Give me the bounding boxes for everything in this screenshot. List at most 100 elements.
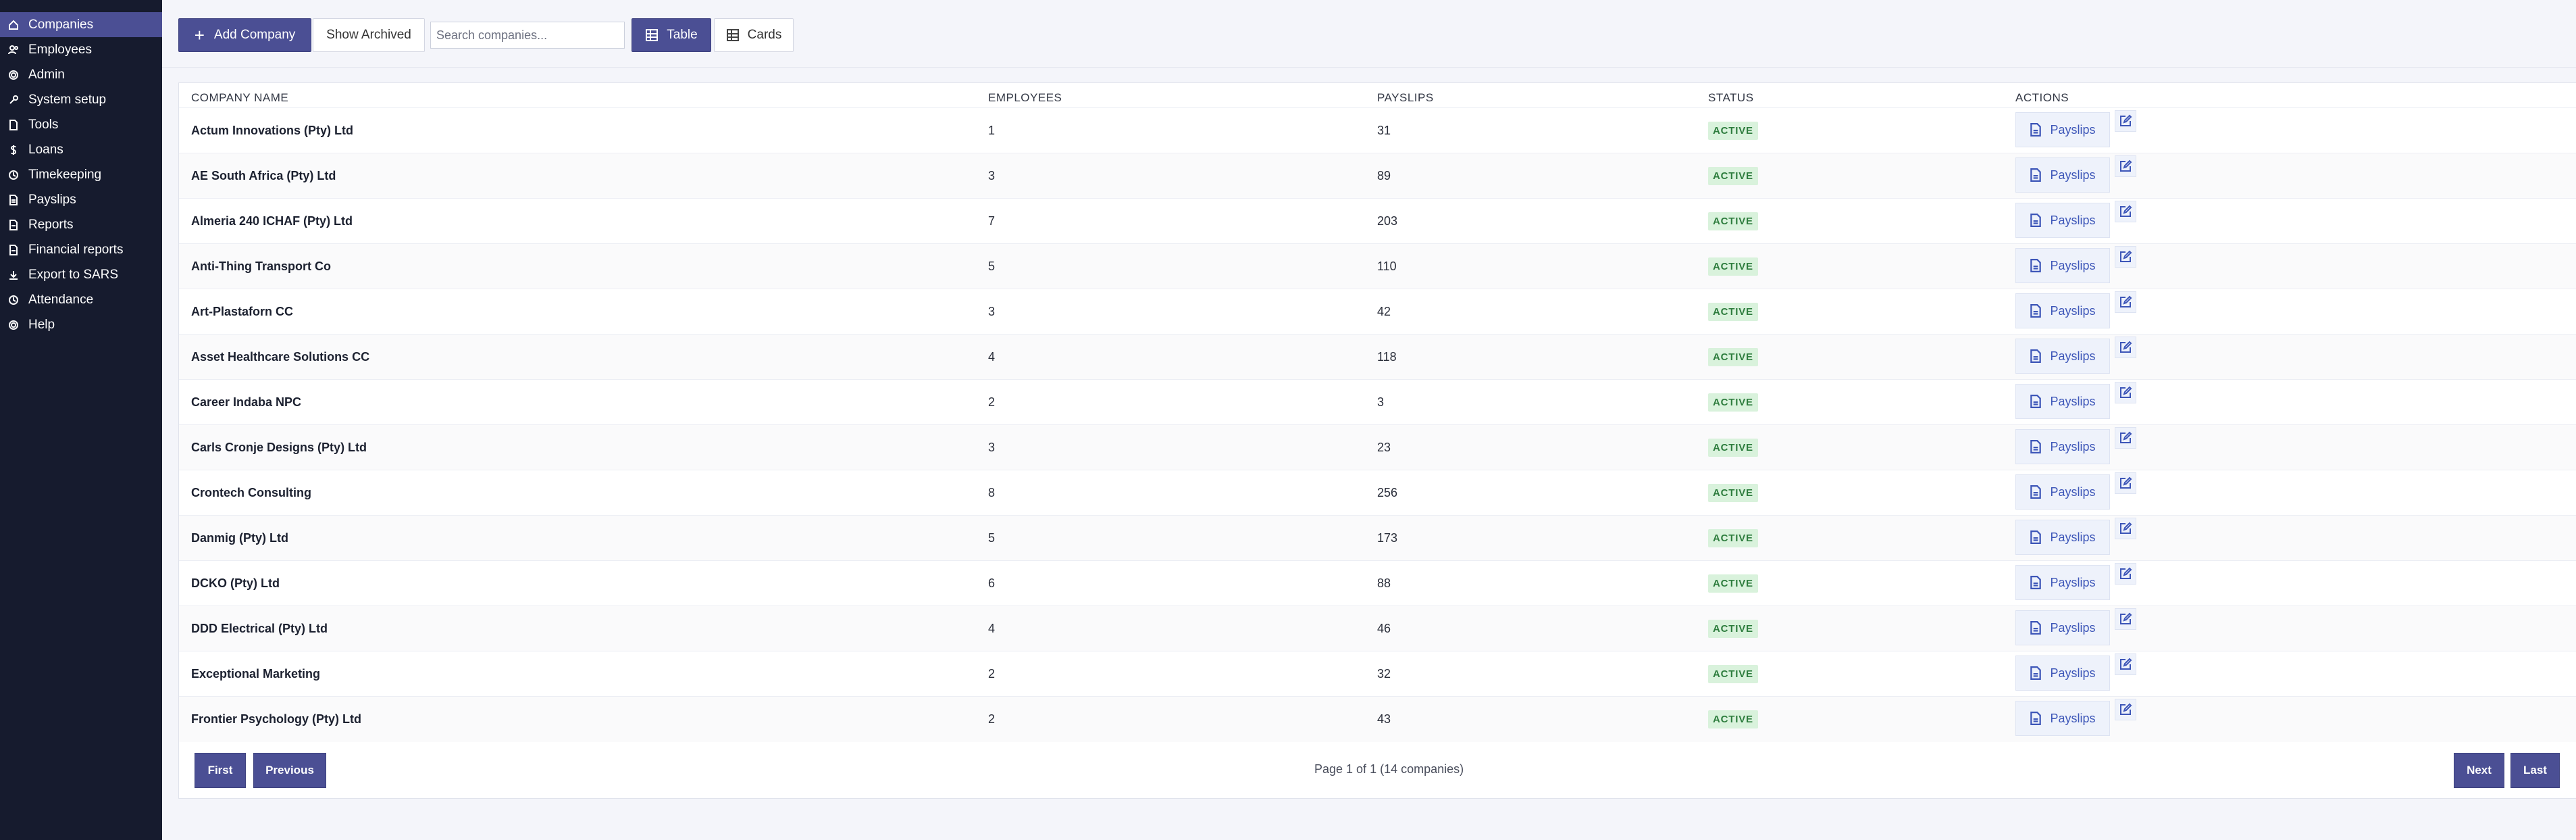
payslips-button[interactable]: Payslips bbox=[2015, 701, 2110, 736]
cards-view-label: Cards bbox=[747, 28, 782, 42]
edit-button[interactable] bbox=[2115, 382, 2136, 403]
sidebar-item-help[interactable]: Help bbox=[0, 312, 162, 337]
show-archived-button[interactable]: Show Archived bbox=[313, 18, 425, 52]
edit-button[interactable] bbox=[2115, 608, 2136, 630]
sidebar-item-label: System setup bbox=[28, 92, 107, 107]
company-name[interactable]: Frontier Psychology (Pty) Ltd bbox=[191, 697, 361, 742]
payslips-button[interactable]: Payslips bbox=[2015, 520, 2110, 555]
company-name[interactable]: Art-Plastaforn CC bbox=[191, 289, 293, 335]
sidebar-item-reports[interactable]: Reports bbox=[0, 212, 162, 237]
sidebar-item-export-to-sars[interactable]: Export to SARS bbox=[0, 262, 162, 287]
document-icon bbox=[2030, 712, 2042, 725]
payslips-button[interactable]: Payslips bbox=[2015, 656, 2110, 691]
employee-count: 4 bbox=[988, 350, 996, 364]
payslips-button[interactable]: Payslips bbox=[2015, 112, 2110, 147]
actions-cell: Payslips bbox=[2015, 153, 2136, 199]
payslips-button[interactable]: Payslips bbox=[2015, 203, 2110, 238]
sidebar-item-label: Attendance bbox=[28, 292, 94, 307]
status-cell: ACTIVE bbox=[1708, 425, 1758, 470]
first-page-button[interactable]: First bbox=[195, 753, 246, 788]
edit-icon bbox=[2120, 567, 2132, 579]
table-view-label: Table bbox=[667, 28, 698, 42]
edit-icon bbox=[2120, 386, 2132, 398]
payslips-button[interactable]: Payslips bbox=[2015, 384, 2110, 419]
sidebar-item-label: Export to SARS bbox=[28, 267, 119, 282]
first-page-label: First bbox=[207, 764, 233, 776]
cards-view-button[interactable]: Cards bbox=[714, 18, 794, 52]
sidebar-item-attendance[interactable]: Attendance bbox=[0, 287, 162, 312]
company-name[interactable]: DDD Electrical (Pty) Ltd bbox=[191, 606, 328, 651]
company-name[interactable]: Carls Cronje Designs (Pty) Ltd bbox=[191, 425, 367, 470]
add-company-button[interactable]: + Add Company bbox=[178, 18, 311, 52]
payslips-button-label: Payslips bbox=[2050, 122, 2096, 137]
payslips-button[interactable]: Payslips bbox=[2015, 157, 2110, 193]
company-name[interactable]: AE South Africa (Pty) Ltd bbox=[191, 153, 336, 199]
previous-page-button[interactable]: Previous bbox=[253, 753, 326, 788]
payslips-button[interactable]: Payslips bbox=[2015, 565, 2110, 600]
clock-icon bbox=[8, 170, 19, 180]
company-name[interactable]: DCKO (Pty) Ltd bbox=[191, 561, 280, 606]
employee-count: 5 bbox=[988, 531, 996, 545]
sidebar-item-admin[interactable]: Admin bbox=[0, 62, 162, 87]
edit-button[interactable] bbox=[2115, 427, 2136, 449]
edit-button[interactable] bbox=[2115, 563, 2136, 585]
company-name[interactable]: Asset Healthcare Solutions CC bbox=[191, 335, 369, 380]
edit-button[interactable] bbox=[2115, 246, 2136, 268]
sidebar-item-companies[interactable]: Companies bbox=[0, 12, 162, 37]
employee-count: 2 bbox=[988, 712, 996, 726]
sidebar-item-tools[interactable]: Tools bbox=[0, 112, 162, 137]
payslips-button[interactable]: Payslips bbox=[2015, 610, 2110, 645]
divider bbox=[162, 67, 2576, 68]
companies-table: COMPANY NAME EMPLOYEES PAYSLIPS STATUS A… bbox=[178, 82, 2576, 799]
sidebar-item-payslips[interactable]: Payslips bbox=[0, 187, 162, 212]
status-cell: ACTIVE bbox=[1708, 516, 1758, 561]
next-page-button[interactable]: Next bbox=[2454, 753, 2504, 788]
edit-button[interactable] bbox=[2115, 699, 2136, 720]
status-cell: ACTIVE bbox=[1708, 335, 1758, 380]
payslips-button[interactable]: Payslips bbox=[2015, 339, 2110, 374]
payslips-button[interactable]: Payslips bbox=[2015, 474, 2110, 510]
table-row: Frontier Psychology (Pty) Ltd 2 43 ACTIVE Pa… bbox=[179, 696, 2576, 742]
last-page-button[interactable]: Last bbox=[2510, 753, 2560, 788]
payslips-button-label: Payslips bbox=[2050, 258, 2096, 272]
company-name[interactable]: Exceptional Marketing bbox=[191, 651, 320, 697]
payslips-button[interactable]: Payslips bbox=[2015, 248, 2110, 283]
edit-button[interactable] bbox=[2115, 155, 2136, 177]
edit-button[interactable] bbox=[2115, 518, 2136, 539]
edit-button[interactable] bbox=[2115, 653, 2136, 675]
sidebar-item-loans[interactable]: Loans bbox=[0, 137, 162, 162]
payslips-button[interactable]: Payslips bbox=[2015, 429, 2110, 464]
company-name[interactable]: Almeria 240 ICHAF (Pty) Ltd bbox=[191, 199, 353, 244]
company-name[interactable]: Crontech Consulting bbox=[191, 470, 311, 516]
row-actions: Payslips bbox=[2015, 153, 2136, 199]
header-company-name: COMPANY NAME bbox=[191, 91, 289, 104]
gear-icon bbox=[8, 320, 19, 330]
company-name[interactable]: Career Indaba NPC bbox=[191, 380, 301, 425]
edit-icon bbox=[2120, 431, 2132, 443]
company-name[interactable]: Anti-Thing Transport Co bbox=[191, 244, 331, 289]
edit-button[interactable] bbox=[2115, 291, 2136, 313]
table-row: Exceptional Marketing 2 32 ACTIVE Payslips bbox=[179, 651, 2576, 697]
company-name[interactable]: Actum Innovations (Pty) Ltd bbox=[191, 108, 353, 153]
payslips-button-label: Payslips bbox=[2050, 349, 2096, 363]
payslips-button[interactable]: Payslips bbox=[2015, 293, 2110, 328]
sidebar-item-employees[interactable]: Employees bbox=[0, 37, 162, 62]
edit-button[interactable] bbox=[2115, 110, 2136, 132]
table-icon bbox=[646, 29, 659, 41]
payslips-button-label: Payslips bbox=[2050, 485, 2096, 499]
table-view-button[interactable]: Table bbox=[632, 18, 711, 52]
sidebar-item-system-setup[interactable]: System setup bbox=[0, 87, 162, 112]
payslip-count: 118 bbox=[1377, 350, 1397, 364]
company-name[interactable]: Danmig (Pty) Ltd bbox=[191, 516, 288, 561]
sidebar-item-timekeeping[interactable]: Timekeeping bbox=[0, 162, 162, 187]
edit-button[interactable] bbox=[2115, 337, 2136, 358]
status-cell: ACTIVE bbox=[1708, 289, 1758, 335]
document-icon bbox=[2030, 576, 2042, 589]
search-input[interactable] bbox=[430, 22, 625, 49]
edit-button[interactable] bbox=[2115, 472, 2136, 494]
table-row: Danmig (Pty) Ltd 5 173 ACTIVE Payslips bbox=[179, 515, 2576, 561]
edit-button[interactable] bbox=[2115, 201, 2136, 222]
sidebar-item-financial-reports[interactable]: Financial reports bbox=[0, 237, 162, 262]
status-cell: ACTIVE bbox=[1708, 153, 1758, 199]
payslips-button-label: Payslips bbox=[2050, 711, 2096, 725]
